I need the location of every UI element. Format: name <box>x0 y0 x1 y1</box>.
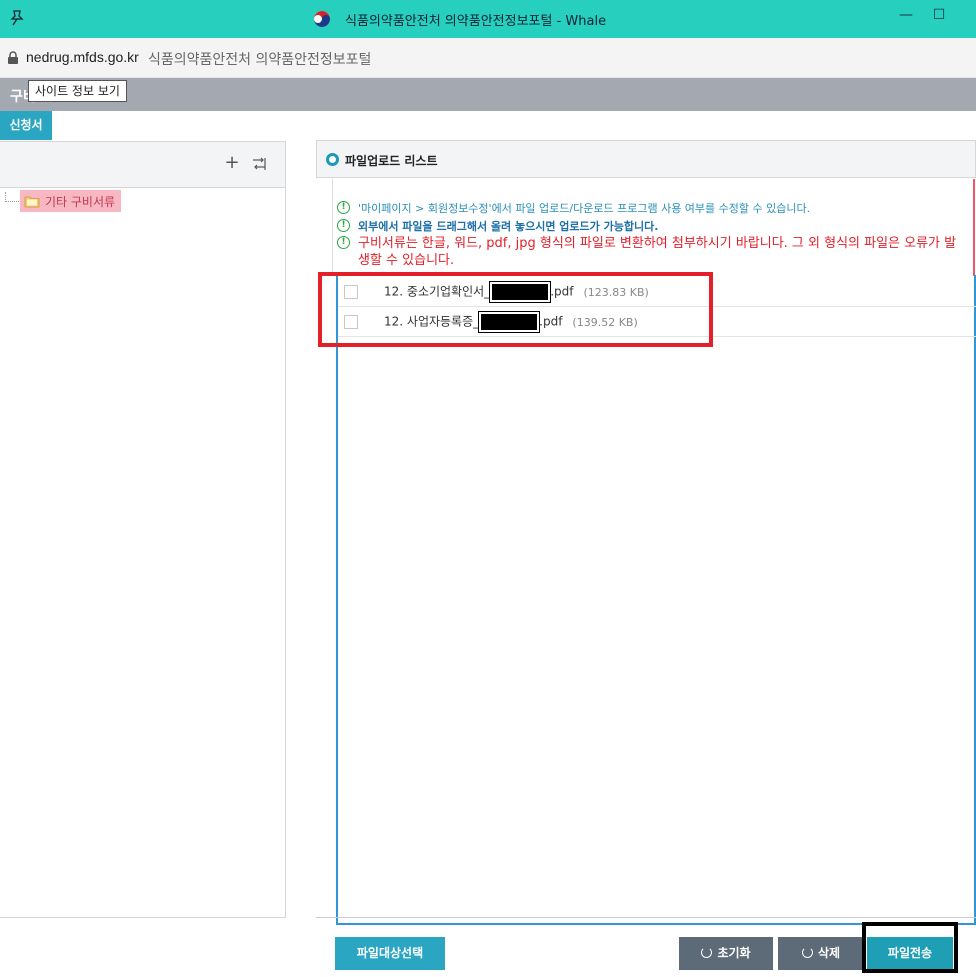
file-upload-panel: 파일업로드 리스트 ! '마이페이지 > 회원정보수정'에서 파일 업로드/다운… <box>316 140 976 930</box>
file-drop-area[interactable]: 12. 중소기업확인서_ .pdf (123.83 KB) 12. 사업자등록증_… <box>336 275 976 925</box>
file-row[interactable]: 12. 사업자등록증_ .pdf (139.52 KB) <box>338 308 976 337</box>
action-bar: 파일대상선택 초기화 삭제 파일전송 <box>316 917 976 977</box>
bullet-icon <box>326 153 339 166</box>
file-size: (139.52 KB) <box>572 315 638 329</box>
notice-mypage: ! '마이페이지 > 회원정보수정'에서 파일 업로드/다운로드 프로그램 사용… <box>337 200 810 216</box>
delete-button[interactable]: 삭제 <box>778 937 864 970</box>
move-to-icon[interactable] <box>251 156 267 172</box>
tree-item-label: 기타 구비서류 <box>45 194 116 209</box>
folder-icon <box>24 196 40 208</box>
add-icon[interactable]: + <box>224 154 240 172</box>
notice-file-format: ! 구비서류는 한글, 워드, pdf, jpg 형식의 파일로 변환하여 첨부… <box>337 235 957 269</box>
government-logo-icon <box>314 11 330 27</box>
file-name: 12. 중소기업확인서_ .pdf <box>384 281 573 303</box>
refresh-icon <box>801 947 813 958</box>
redaction-box <box>478 311 541 333</box>
tab-application[interactable]: 신청서 <box>0 111 52 140</box>
address-bar[interactable]: nedrug.mfds.go.kr 식품의약품안전처 의약품안전정보포털 <box>0 38 976 78</box>
exclamation-icon: ! <box>337 201 350 214</box>
window-title: 식품의약품안전처 의약품안전정보포털 - Whale <box>345 14 607 29</box>
url-text[interactable]: nedrug.mfds.go.kr <box>26 49 139 65</box>
site-info-tooltip: 사이트 정보 보기 <box>28 80 127 102</box>
file-checkbox[interactable] <box>344 315 358 329</box>
notice-drag-drop: ! 외부에서 파일을 드래그해서 올려 놓으시면 업로드가 가능합니다. <box>337 218 658 234</box>
file-name: 12. 사업자등록증_ .pdf <box>384 311 562 333</box>
file-size: (123.83 KB) <box>583 285 649 299</box>
tree-connector <box>5 201 19 202</box>
refresh-icon <box>701 947 713 958</box>
notice-box: ! '마이페이지 > 회원정보수정'에서 파일 업로드/다운로드 프로그램 사용… <box>332 179 975 276</box>
window-titlebar: 식품의약품안전처 의약품안전정보포털 - Whale — ☐ <box>0 0 976 38</box>
select-file-button[interactable]: 파일대상선택 <box>335 937 445 970</box>
upload-list-header: 파일업로드 리스트 <box>316 140 976 178</box>
document-tree-panel: + 기타 구비서류 <box>0 141 286 918</box>
exclamation-icon: ! <box>337 219 350 232</box>
url-page-title: 식품의약품안전처 의약품안전정보포털 <box>148 52 372 68</box>
reset-button[interactable]: 초기화 <box>679 937 773 970</box>
send-file-button[interactable]: 파일전송 <box>867 937 953 970</box>
minimize-button[interactable]: — <box>895 4 917 26</box>
page-header-band: 구비 <box>0 78 976 111</box>
maximize-button[interactable]: ☐ <box>928 4 950 26</box>
upload-list-title: 파일업로드 리스트 <box>345 154 438 168</box>
redaction-box <box>489 281 552 303</box>
tree-toolbar: + <box>0 142 285 188</box>
pin-icon[interactable] <box>8 9 26 27</box>
lock-icon[interactable] <box>7 51 19 65</box>
file-row[interactable]: 12. 중소기업확인서_ .pdf (123.83 KB) <box>338 278 976 307</box>
tree-item-other-documents[interactable]: 기타 구비서류 <box>20 190 122 212</box>
file-checkbox[interactable] <box>344 285 358 299</box>
exclamation-icon: ! <box>337 236 350 249</box>
